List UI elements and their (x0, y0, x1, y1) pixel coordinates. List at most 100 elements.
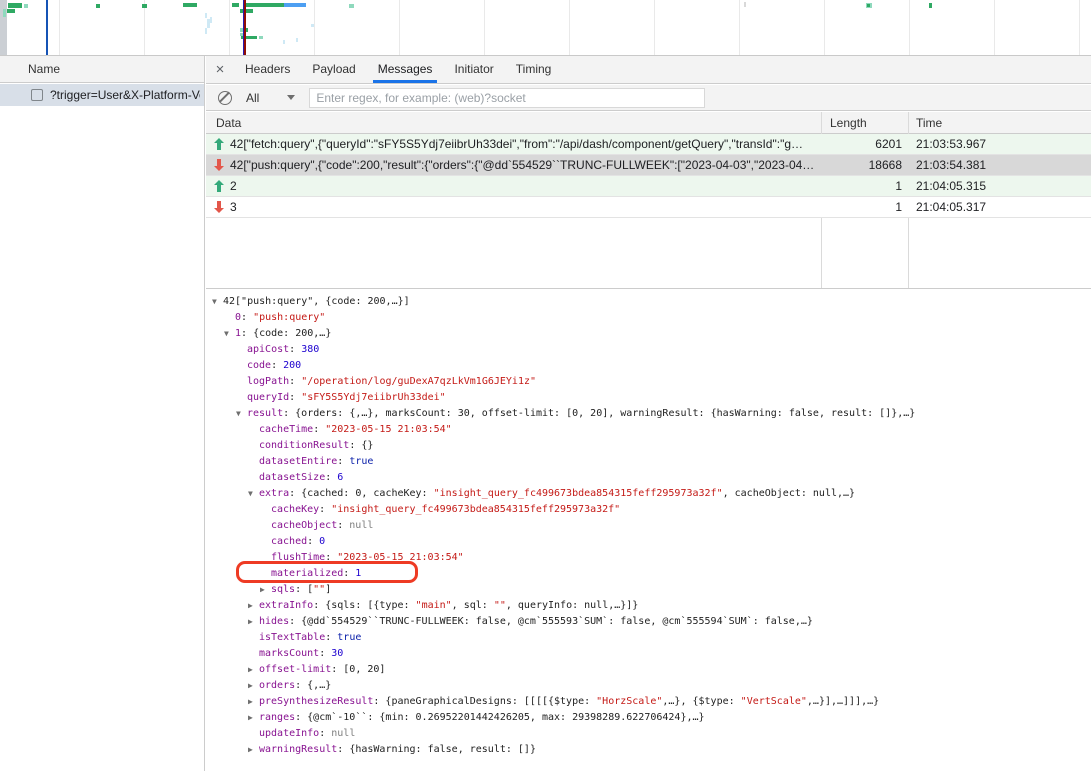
tree-segment-k: isTextTable (259, 632, 325, 643)
timeline-activity-bar (205, 13, 207, 18)
tree-line[interactable]: cacheKey: "insight_query_fc499673bdea854… (206, 502, 1091, 518)
chevron-down-icon[interactable] (287, 95, 295, 100)
timeline-gridline (59, 0, 60, 55)
tree-segment-k: materialized (271, 568, 343, 579)
tree-segment-p: : (313, 424, 325, 435)
tree-segment-s: "push:query" (253, 312, 325, 323)
tree-line[interactable]: flushTime: "2023-05-15 21:03:54" (206, 550, 1091, 566)
tree-segment-k: hides (259, 616, 289, 627)
regex-filter-input[interactable] (309, 88, 705, 108)
tree-expander-open-icon[interactable]: ▼ (212, 294, 223, 310)
tree-line[interactable]: code: 200 (206, 358, 1091, 374)
tab-messages[interactable]: Messages (367, 56, 444, 83)
tree-line[interactable]: apiCost: 380 (206, 342, 1091, 358)
tree-line[interactable]: 0: "push:query" (206, 310, 1091, 326)
column-header-data[interactable]: Data (216, 116, 241, 130)
messages-filter-bar: All (206, 85, 1091, 111)
tree-segment-s: "2023-05-15 21:03:54" (325, 424, 451, 435)
tree-line[interactable]: ▶warningResult: {hasWarning: false, resu… (206, 742, 1091, 758)
message-length: 1 (822, 200, 902, 214)
clear-filter-icon[interactable] (218, 91, 232, 105)
message-row[interactable]: 2121:04:05.315 (206, 176, 1091, 197)
tree-segment-p: , cacheObject: null,…} (723, 488, 855, 499)
message-row[interactable]: 42["fetch:query",{"queryId":"sFY5S5Ydj7e… (206, 134, 1091, 155)
tree-segment-s: "insight_query_fc499673bdea854315feff295… (331, 504, 620, 515)
timeline-activity-bar (8, 3, 22, 8)
tree-segment-k: datasetEntire (259, 456, 337, 467)
tree-segment-p: : [0, 20] (331, 664, 385, 675)
message-type-dropdown[interactable]: All (246, 91, 259, 105)
tree-line[interactable]: ▶extraInfo: {sqls: [{type: "main", sql: … (206, 598, 1091, 614)
tree-expander-open-icon[interactable]: ▼ (224, 326, 235, 342)
tree-segment-p: : (343, 568, 355, 579)
tree-segment-b: true (337, 632, 361, 643)
tree-line[interactable]: cached: 0 (206, 534, 1091, 550)
tree-segment-s: "/operation/log/guDexA7qzLkVm1G6JEYi1z" (301, 376, 536, 387)
tree-line[interactable]: isTextTable: true (206, 630, 1091, 646)
tree-expander-closed-icon[interactable]: ▶ (248, 742, 259, 758)
tree-segment-p: : (307, 536, 319, 547)
sent-arrow-up-icon (214, 138, 224, 153)
tree-expander-closed-icon[interactable]: ▶ (248, 662, 259, 678)
tree-expander-closed-icon[interactable]: ▶ (248, 678, 259, 694)
tree-line[interactable]: ▼result: {orders: {,…}, marksCount: 30, … (206, 406, 1091, 422)
tree-segment-p: : (289, 392, 301, 403)
tree-expander-closed-icon[interactable]: ▶ (260, 582, 271, 598)
message-row[interactable]: 42["push:query",{"code":200,"result":{"o… (206, 155, 1091, 176)
message-data: 3 (230, 200, 816, 214)
tree-line[interactable]: ▼42["push:query", {code: 200,…}] (206, 294, 1091, 310)
tree-expander-closed-icon[interactable]: ▶ (248, 614, 259, 630)
tree-segment-p: ,…}],…]]],…} (807, 696, 879, 707)
request-row-selected[interactable]: ?trigger=User&X-Platform-Ve… (0, 84, 204, 106)
tree-line[interactable]: ▶hides: {@dd`554529``TRUNC-FULLWEEK: fal… (206, 614, 1091, 630)
tree-segment-p: : (325, 552, 337, 563)
name-column-header[interactable]: Name (0, 56, 204, 83)
tree-segment-p: , queryInfo: null,…}]} (506, 600, 638, 611)
message-row[interactable]: 3121:04:05.317 (206, 197, 1091, 218)
tab-initiator[interactable]: Initiator (443, 56, 504, 83)
tree-expander-closed-icon[interactable]: ▶ (248, 694, 259, 710)
tree-segment-n: 0 (319, 536, 325, 547)
tree-line[interactable]: conditionResult: {} (206, 438, 1091, 454)
tree-line[interactable]: queryId: "sFY5S5Ydj7eiibrUh33dei" (206, 390, 1091, 406)
timeline-activity-bar (240, 9, 253, 13)
tree-expander-open-icon[interactable]: ▼ (248, 486, 259, 502)
timeline-activity-bar (205, 28, 207, 34)
tree-line[interactable]: ▶preSynthesizeResult: {paneGraphicalDesi… (206, 694, 1091, 710)
tree-segment-k: conditionResult (259, 440, 349, 451)
tree-segment-k: code (247, 360, 271, 371)
tree-line[interactable]: cacheTime: "2023-05-15 21:03:54" (206, 422, 1091, 438)
tree-segment-k: logPath (247, 376, 289, 387)
tree-line[interactable]: ▼extra: {cached: 0, cacheKey: "insight_q… (206, 486, 1091, 502)
tree-line[interactable]: datasetEntire: true (206, 454, 1091, 470)
received-arrow-down-icon (214, 159, 224, 174)
message-length: 1 (822, 179, 902, 193)
tree-expander-closed-icon[interactable]: ▶ (248, 710, 259, 726)
tree-line[interactable]: logPath: "/operation/log/guDexA7qzLkVm1G… (206, 374, 1091, 390)
tree-line[interactable]: materialized: 1 (206, 566, 1091, 582)
tree-line[interactable]: ▶ranges: {@cm`-10``: {min: 0.26952201442… (206, 710, 1091, 726)
tree-expander-closed-icon[interactable]: ▶ (248, 598, 259, 614)
close-details-button[interactable]: × (206, 61, 234, 78)
tree-line[interactable]: updateInfo: null (206, 726, 1091, 742)
column-header-length[interactable]: Length (830, 116, 867, 130)
tree-line[interactable]: datasetSize: 6 (206, 470, 1091, 486)
tree-line[interactable]: ▶sqls: [""] (206, 582, 1091, 598)
tree-line[interactable]: ▶orders: {,…} (206, 678, 1091, 694)
message-json-tree: ▼42["push:query", {code: 200,…}]0: "push… (206, 289, 1091, 771)
tree-segment-p: : {cached: 0, cacheKey: (289, 488, 434, 499)
tree-segment-s: "" (494, 600, 506, 611)
tab-headers[interactable]: Headers (234, 56, 301, 83)
tab-payload[interactable]: Payload (301, 56, 366, 83)
tree-expander-open-icon[interactable]: ▼ (236, 406, 247, 422)
timeline-activity-bar (96, 4, 100, 8)
tree-line[interactable]: cacheObject: null (206, 518, 1091, 534)
network-overview-timeline[interactable] (0, 0, 1091, 56)
tab-timing[interactable]: Timing (505, 56, 563, 83)
column-header-time[interactable]: Time (916, 116, 942, 130)
tree-line[interactable]: ▼1: {code: 200,…} (206, 326, 1091, 342)
tree-segment-k: result (247, 408, 283, 419)
tree-segment-p: : {sqls: [{type: (313, 600, 415, 611)
tree-line[interactable]: ▶offset-limit: [0, 20] (206, 662, 1091, 678)
tree-line[interactable]: marksCount: 30 (206, 646, 1091, 662)
